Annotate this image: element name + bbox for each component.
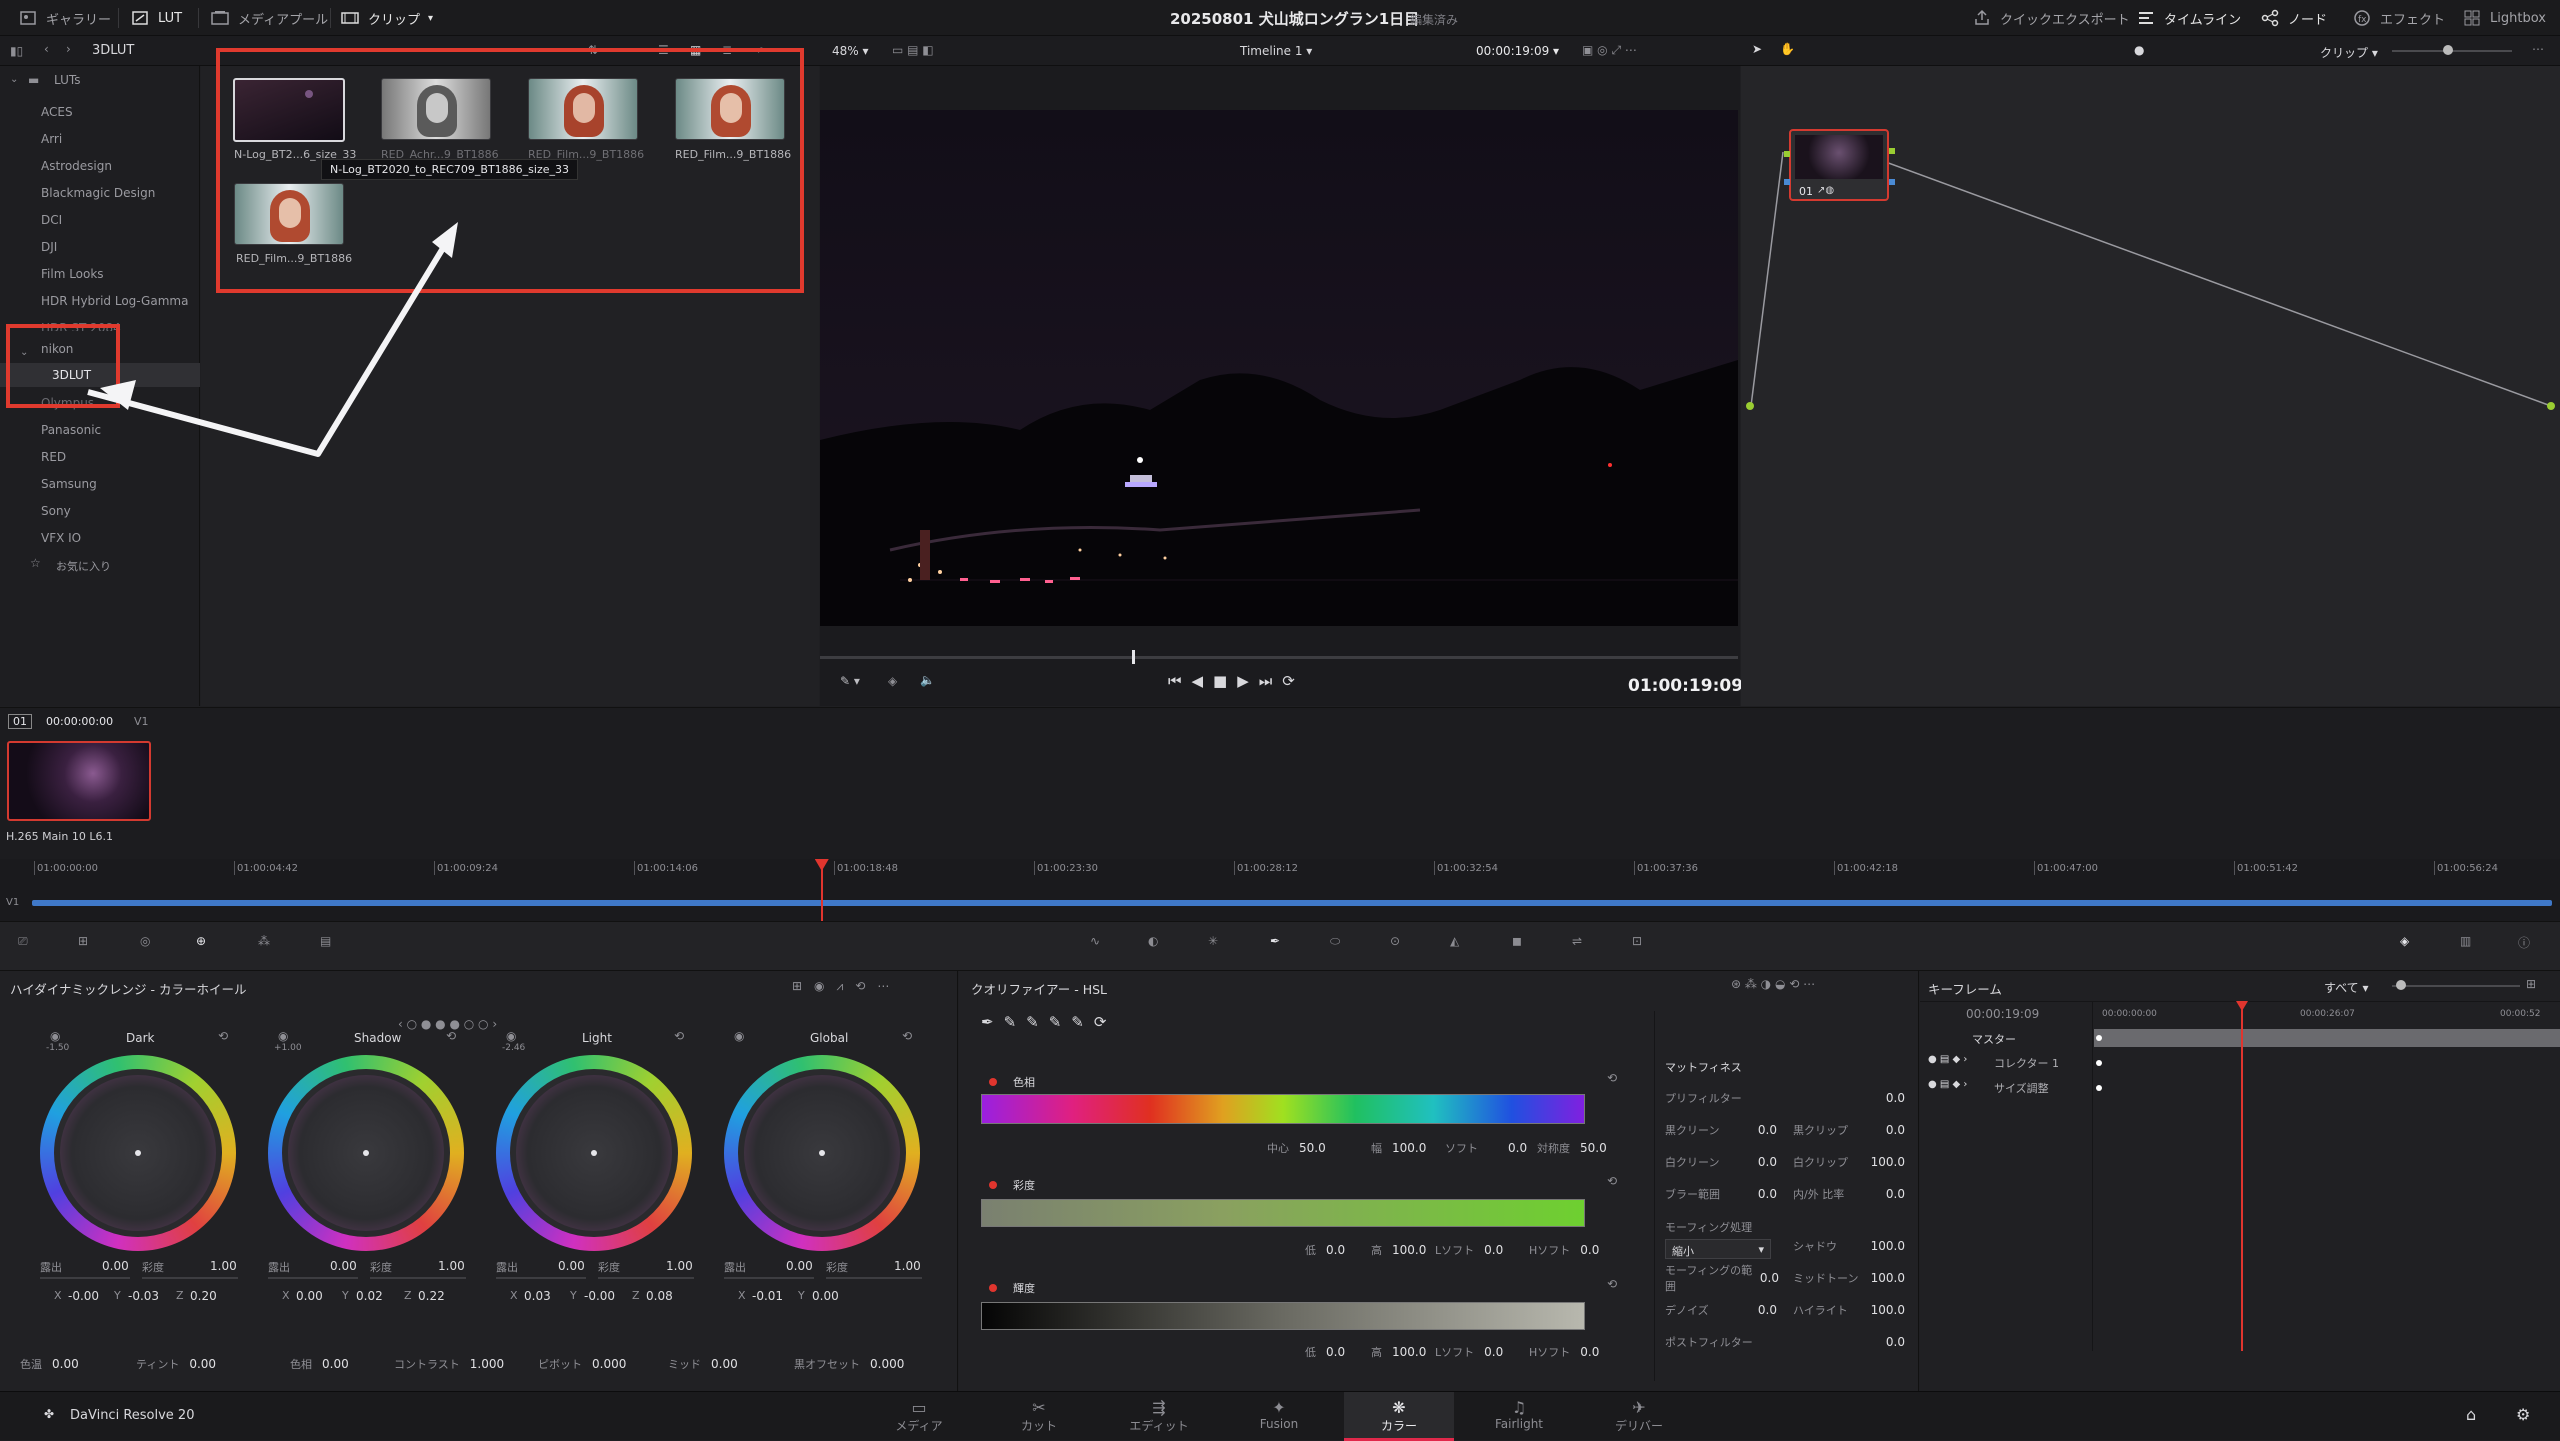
arrow-head-up	[432, 222, 458, 258]
annotation-arrows	[87, 222, 458, 457]
